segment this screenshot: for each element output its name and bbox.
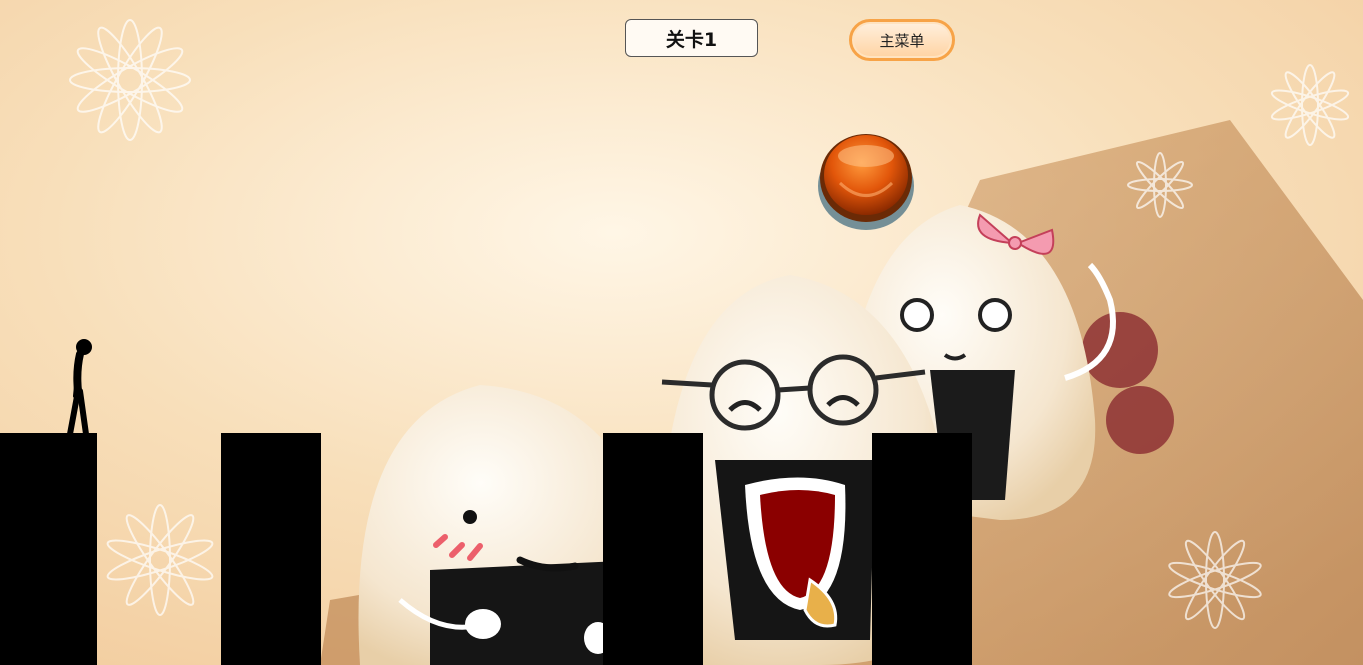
level-indicator: 关卡1 bbox=[625, 19, 758, 57]
orange-round-button[interactable] bbox=[816, 128, 916, 232]
main-menu-button[interactable]: 主菜单 bbox=[849, 19, 955, 61]
main-menu-label: 主菜单 bbox=[879, 31, 925, 50]
stick-figure-player bbox=[67, 339, 92, 436]
pillar-2 bbox=[221, 433, 321, 665]
level-label: 关卡1 bbox=[665, 28, 718, 51]
pillar-3 bbox=[603, 433, 703, 665]
pillar-1 bbox=[0, 433, 97, 665]
pillar-4 bbox=[872, 433, 972, 665]
